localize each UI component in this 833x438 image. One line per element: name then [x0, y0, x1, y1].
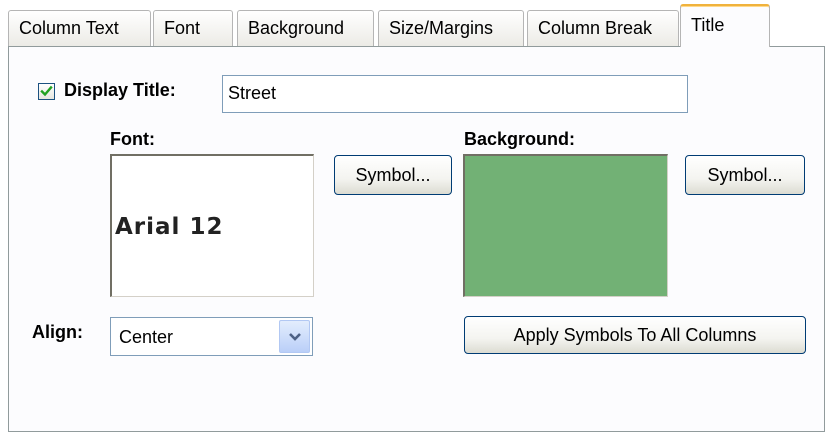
tab-title[interactable]: Title — [680, 4, 770, 47]
font-preview-text: Arial 12 — [115, 214, 224, 240]
align-select[interactable]: Center — [110, 317, 313, 356]
align-label: Align: — [32, 322, 83, 342]
display-title-checkbox[interactable] — [38, 83, 55, 100]
tab-size-margins[interactable]: Size/Margins — [378, 10, 524, 46]
chevron-down-icon — [288, 332, 301, 341]
font-symbol-button[interactable]: Symbol... — [334, 155, 452, 195]
apply-symbols-all-columns-button[interactable]: Apply Symbols To All Columns — [464, 316, 806, 354]
background-label: Background: — [464, 129, 576, 149]
check-icon — [40, 85, 53, 97]
background-symbol-button[interactable]: Symbol... — [685, 155, 805, 195]
tab-font[interactable]: Font — [153, 10, 233, 46]
tab-background[interactable]: Background — [237, 10, 374, 46]
tab-column-text[interactable]: Column Text — [8, 10, 151, 46]
tab-column-break[interactable]: Column Break — [527, 10, 679, 46]
align-dropdown-button[interactable] — [279, 320, 310, 353]
align-selected-value: Center — [119, 327, 174, 347]
font-label: Font: — [110, 129, 155, 149]
title-text-input[interactable]: Street — [222, 75, 688, 113]
background-color-swatch — [463, 154, 668, 297]
display-title-label: Display Title: — [64, 80, 176, 100]
title-settings-dialog: Column Text Font Background Size/Margins… — [0, 0, 833, 438]
font-preview-box: Arial 12 — [110, 154, 314, 297]
